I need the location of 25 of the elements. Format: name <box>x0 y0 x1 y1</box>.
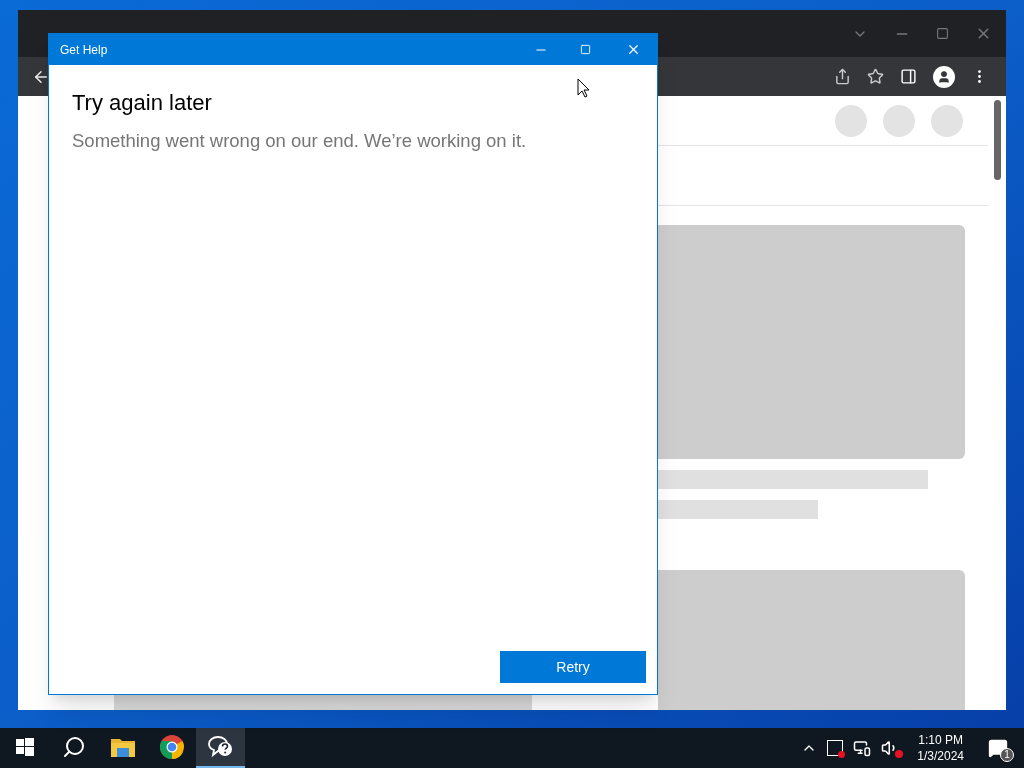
error-heading: Try again later <box>72 89 213 117</box>
error-message: Something went wrong on our end. We’re working on it. <box>72 129 528 153</box>
sync-warning-icon[interactable] <box>827 740 844 756</box>
taskbar-button[interactable] <box>196 728 245 768</box>
muted-speaker-icon[interactable] <box>881 739 900 757</box>
network-icon[interactable] <box>853 739 872 757</box>
windows-logo-icon <box>15 738 34 756</box>
chrome-logo-icon <box>159 735 184 759</box>
notification-count: 1 <box>1000 748 1014 762</box>
search-icon <box>61 735 86 759</box>
retry-button[interactable]: Retry <box>500 651 646 683</box>
maximize-icon[interactable] <box>936 27 949 40</box>
star-icon[interactable] <box>867 68 884 85</box>
folder-icon <box>110 737 135 757</box>
profile-icon[interactable] <box>933 65 955 88</box>
share-icon[interactable] <box>834 68 851 85</box>
mouse-cursor-icon <box>577 78 590 98</box>
notification-button[interactable]: 1 <box>982 732 1014 764</box>
close-icon[interactable] <box>626 42 641 57</box>
side-panel-icon[interactable] <box>900 68 917 85</box>
window-title: Get Help <box>60 41 109 59</box>
chat-question-icon <box>207 735 234 759</box>
scrollbar-thumb[interactable] <box>993 100 1001 180</box>
clock-date[interactable]: 1/3/2024 <box>917 748 964 764</box>
clock-time[interactable]: 1:10 PM <box>918 732 963 748</box>
